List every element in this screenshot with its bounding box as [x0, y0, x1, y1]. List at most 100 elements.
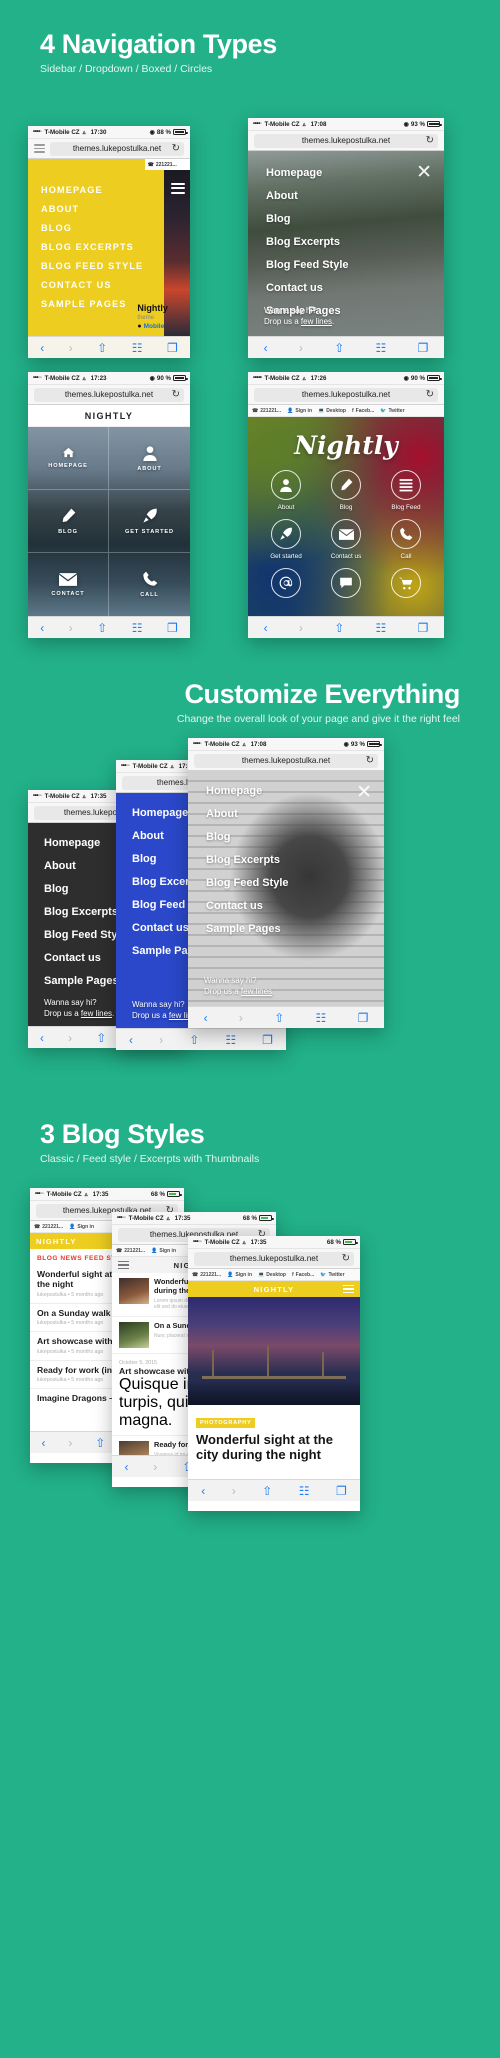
forward-icon[interactable]: › [239, 1011, 243, 1025]
bookmarks-icon[interactable]: ☷ [316, 1011, 327, 1025]
forward-icon[interactable]: › [69, 341, 73, 355]
nav-item-blog[interactable]: Blog [266, 213, 444, 225]
tabs-icon[interactable]: ❐ [418, 621, 429, 635]
social-item-signin[interactable]: 👤 Sign in [151, 1248, 176, 1254]
circle-item-blog-feed[interactable]: Blog Feed [376, 470, 436, 511]
forward-icon[interactable]: › [68, 1031, 72, 1045]
tabs-icon[interactable]: ❐ [167, 341, 178, 355]
forward-icon[interactable]: › [232, 1484, 236, 1498]
tabs-icon[interactable]: ❐ [336, 1484, 347, 1498]
nav-item-contact-us[interactable]: Contact us [266, 282, 444, 294]
contact-teaser-link[interactable]: few lines [301, 317, 332, 326]
browser-url-bar[interactable]: themes.lukepostulka.net ↻ [248, 131, 444, 151]
social-item-signin[interactable]: 👤 Sign in [287, 408, 312, 414]
forward-icon[interactable]: › [153, 1460, 157, 1474]
circle-item-comments[interactable] [316, 568, 376, 598]
circle-item-about[interactable]: About [256, 470, 316, 511]
forward-icon[interactable]: › [159, 1033, 163, 1047]
share-icon[interactable]: ⇧ [262, 1484, 272, 1498]
reload-icon[interactable]: ↻ [426, 135, 434, 146]
social-item-phone[interactable]: ☎ 221221... [34, 1224, 63, 1230]
forward-icon[interactable]: › [69, 621, 73, 635]
back-icon[interactable]: ‹ [201, 1484, 205, 1498]
back-icon[interactable]: ‹ [41, 1436, 45, 1450]
bookmarks-icon[interactable]: ☷ [376, 621, 387, 635]
share-icon[interactable]: ⇧ [97, 621, 107, 635]
browser-url-bar[interactable]: themes.lukepostulka.net ↻ [28, 385, 190, 405]
forward-icon[interactable]: › [299, 341, 303, 355]
nav-item-about[interactable]: About [206, 808, 384, 820]
circle-item-email[interactable] [256, 568, 316, 598]
back-icon[interactable]: ‹ [264, 621, 268, 635]
reload-icon[interactable]: ↻ [172, 389, 180, 400]
social-item-phone[interactable]: ☎ 221221... [116, 1248, 145, 1254]
url-text[interactable]: themes.lukepostulka.net [254, 133, 438, 148]
url-text[interactable]: themes.lukepostulka.net [194, 1251, 354, 1266]
social-item-twitter[interactable]: 🐦 Twitter [320, 1272, 344, 1278]
sidebar-item-homepage[interactable]: HOMEPAGE [41, 185, 164, 195]
hamburger-icon[interactable] [118, 1259, 129, 1271]
nav-item-blog-excerpts[interactable]: Blog Excerpts [266, 236, 444, 248]
hamburger-icon[interactable] [343, 1283, 354, 1295]
browser-url-bar[interactable]: themes.lukepostulka.net ↻ [188, 1249, 360, 1269]
sidebar-item-blog-excerpts[interactable]: BLOG EXCERPTS [41, 242, 164, 252]
sidebar-item-about[interactable]: ABOUT [41, 204, 164, 214]
grid-item-call[interactable]: CALL [109, 553, 190, 616]
browser-url-bar[interactable]: themes.lukepostulka.net ↻ [248, 385, 444, 405]
grid-item-contact[interactable]: CONTACT [28, 553, 109, 616]
forward-icon[interactable]: › [68, 1436, 72, 1450]
nav-item-sample-pages[interactable]: Sample Pages [206, 923, 384, 935]
back-icon[interactable]: ‹ [204, 1011, 208, 1025]
close-icon[interactable]: ✕ [416, 163, 432, 182]
nav-item-blog[interactable]: Blog [206, 831, 384, 843]
reload-icon[interactable]: ↻ [366, 755, 374, 766]
social-item-twitter[interactable]: 🐦 Twitter [380, 408, 404, 414]
bookmarks-icon[interactable]: ☷ [225, 1033, 236, 1047]
share-icon[interactable]: ⇧ [189, 1033, 199, 1047]
browser-url-bar[interactable]: themes.lukepostulka.net ↻ [188, 751, 384, 771]
bookmarks-icon[interactable]: ☷ [132, 621, 143, 635]
bookmarks-icon[interactable]: ☷ [299, 1484, 310, 1498]
tabs-icon[interactable]: ❐ [262, 1033, 273, 1047]
circle-item-get-started[interactable]: Get started [256, 519, 316, 560]
social-item-desktop[interactable]: 💻 Desktop [318, 408, 346, 414]
nav-item-about[interactable]: About [266, 190, 444, 202]
back-icon[interactable]: ‹ [40, 341, 44, 355]
nav-item-blog-excerpts[interactable]: Blog Excerpts [206, 854, 384, 866]
share-icon[interactable]: ⇧ [334, 621, 344, 635]
share-icon[interactable]: ⇧ [274, 1011, 284, 1025]
social-item-phone[interactable]: ☎ 221221... [252, 408, 281, 414]
url-text[interactable]: themes.lukepostulka.net [194, 753, 378, 768]
url-text[interactable]: themes.lukepostulka.net [254, 387, 438, 402]
grid-item-about[interactable]: ABOUT [109, 427, 190, 490]
forward-icon[interactable]: › [299, 621, 303, 635]
social-item-facebook[interactable]: f Faceb... [292, 1272, 314, 1278]
back-icon[interactable]: ‹ [264, 341, 268, 355]
circle-item-shop[interactable] [376, 568, 436, 598]
share-icon[interactable]: ⇧ [95, 1436, 105, 1450]
reload-icon[interactable]: ↻ [172, 143, 180, 154]
contact-teaser-link[interactable]: few lines [81, 1009, 112, 1018]
social-item-signin[interactable]: 👤 Sign in [227, 1272, 252, 1278]
back-icon[interactable]: ‹ [124, 1460, 128, 1474]
browser-url-bar[interactable]: themes.lukepostulka.net ↻ [28, 139, 190, 159]
social-item-signin[interactable]: 👤 Sign in [69, 1224, 94, 1230]
bookmarks-icon[interactable]: ☷ [376, 341, 387, 355]
share-icon[interactable]: ⇧ [334, 341, 344, 355]
bookmarks-icon[interactable]: ☷ [132, 341, 143, 355]
circle-item-contact-us[interactable]: Contact us [316, 519, 376, 560]
sidebar-item-contact-us[interactable]: CONTACT US [41, 280, 164, 290]
share-icon[interactable]: ⇧ [97, 341, 107, 355]
nav-item-blog-feed-style[interactable]: Blog Feed Style [266, 259, 444, 271]
grid-item-blog[interactable]: BLOG [28, 490, 109, 553]
close-icon[interactable]: ✕ [356, 783, 372, 802]
url-text[interactable]: themes.lukepostulka.net [50, 141, 184, 156]
back-icon[interactable]: ‹ [129, 1033, 133, 1047]
contact-teaser-link[interactable]: few lines [241, 987, 272, 996]
reload-icon[interactable]: ↻ [426, 389, 434, 400]
hamburger-icon[interactable] [171, 181, 185, 196]
site-phone-bar[interactable]: ☎ 221221... [144, 159, 190, 170]
sidebar-item-blog-feed-style[interactable]: BLOG FEED STYLE [41, 261, 164, 271]
url-text[interactable]: themes.lukepostulka.net [34, 387, 184, 402]
grid-item-get-started[interactable]: GET STARTED [109, 490, 190, 553]
